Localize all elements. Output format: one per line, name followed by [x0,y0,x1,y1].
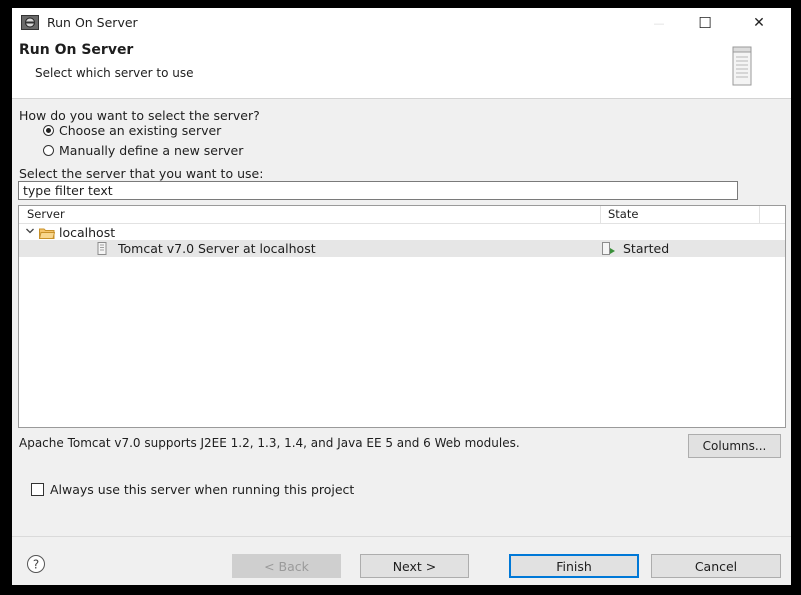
help-glyph: ? [33,558,39,572]
checkbox-unchecked-icon[interactable] [31,483,44,496]
run-on-server-dialog: Run On Server — ☐ ✕ Run On Server Select… [12,8,791,585]
server-state-cell: Started [623,241,670,256]
table-row[interactable]: Tomcat v7.0 Server at localhost Started [19,240,785,257]
server-icon [97,242,107,255]
close-button[interactable]: ✕ [736,8,782,38]
back-button[interactable]: < Back [232,554,341,578]
maximize-button[interactable]: ☐ [682,8,728,38]
column-divider[interactable] [600,206,601,223]
dialog-header: Run On Server Select which server to use [12,38,791,99]
page-subtitle: Select which server to use [35,66,194,80]
minimize-icon: — [653,16,665,30]
choose-existing-server-label: Choose an existing server [59,123,222,138]
radio-checked-icon[interactable] [43,125,54,136]
columns-button[interactable]: Columns... [688,434,781,458]
always-use-server-option[interactable]: Always use this server when running this… [31,482,354,497]
started-icon [602,242,615,255]
column-header-server[interactable]: Server [27,207,65,221]
next-button[interactable]: Next > [360,554,469,578]
page-title: Run On Server [19,42,134,58]
column-header-state[interactable]: State [608,207,638,221]
tree-node-localhost[interactable]: localhost [19,225,785,241]
eclipse-app-icon [21,15,39,30]
tree-node-label: localhost [59,225,116,240]
server-name-cell: Tomcat v7.0 Server at localhost [118,241,316,256]
radio-unchecked-icon[interactable] [43,145,54,156]
footer-divider [12,536,791,537]
manually-define-server-option[interactable]: Manually define a new server [43,143,243,158]
selection-question: How do you want to select the server? [19,108,260,123]
maximize-icon: ☐ [698,14,712,32]
window-title: Run On Server [47,15,138,30]
manually-define-server-label: Manually define a new server [59,143,244,158]
title-bar: Run On Server — ☐ ✕ [12,8,791,38]
minimize-button[interactable]: — [636,8,682,38]
server-tree[interactable]: Server State localhost Tomcat v7.0 Serve… [18,205,786,428]
server-tower-icon [732,46,752,86]
close-icon: ✕ [753,15,765,31]
choose-existing-server-option[interactable]: Choose an existing server [43,123,221,138]
server-description: Apache Tomcat v7.0 supports J2EE 1.2, 1.… [19,436,520,450]
finish-button[interactable]: Finish [509,554,639,578]
folder-icon [39,228,55,239]
server-filter-input[interactable] [18,181,738,200]
server-filter-label: Select the server that you want to use: [19,166,264,181]
column-headers: Server State [19,206,785,224]
chevron-down-icon[interactable] [25,226,35,236]
always-use-server-label: Always use this server when running this… [50,482,355,497]
cancel-button[interactable]: Cancel [651,554,781,578]
help-icon[interactable]: ? [26,554,46,574]
column-divider[interactable] [759,206,760,223]
